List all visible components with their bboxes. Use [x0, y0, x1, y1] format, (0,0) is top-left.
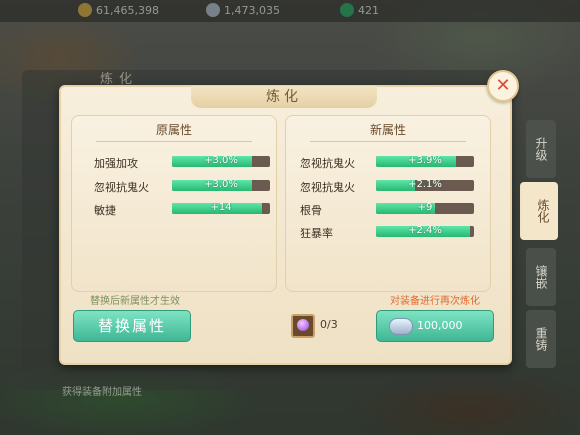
tab-recast[interactable]: 重铸 — [526, 310, 556, 368]
material-quantity: 0/3 — [320, 318, 338, 331]
attribute-bar: +2.4% — [376, 226, 474, 237]
refine-again-hint: 对装备进行再次炼化 — [390, 296, 480, 307]
replace-hint: 替换后新属性才生效 — [90, 296, 180, 307]
attribute-bar: +3.0% — [172, 180, 270, 191]
new-attributes-heading: 新属性 — [369, 123, 406, 137]
attribute-bar: +14 — [172, 203, 270, 214]
close-button[interactable]: ✕ — [487, 70, 519, 102]
refine-cost: 100,000 — [417, 319, 463, 332]
refine-material-slot[interactable] — [291, 314, 315, 338]
attribute-row: 忽视抗鬼火 +3.0% — [72, 178, 276, 196]
attribute-row: 敏捷 +14 — [72, 201, 276, 219]
bottom-tip: 获得装备附加属性 — [62, 387, 142, 398]
tab-inlay[interactable]: 镶嵌 — [526, 248, 556, 306]
attribute-bar: +3.9% — [376, 156, 474, 167]
new-attributes-panel: 新属性 忽视抗鬼火 +3.9% 忽视抗鬼火 +2.1% 根骨 +9 狂暴率 +2… — [285, 115, 491, 292]
divider — [310, 141, 466, 142]
attribute-row: 忽视抗鬼火 +2.1% — [286, 178, 490, 196]
tab-refine[interactable]: 炼化 — [520, 182, 558, 240]
attribute-row: 根骨 +9 — [286, 201, 490, 219]
dialog-title: 炼化 — [266, 89, 302, 105]
attribute-label: 狂暴率 — [300, 227, 333, 240]
refine-again-button[interactable]: 100,000 — [376, 310, 494, 342]
attribute-value: +2.1% — [408, 180, 442, 190]
original-attributes-heading: 原属性 — [155, 123, 192, 137]
attribute-bar: +2.1% — [376, 180, 474, 191]
attribute-row: 狂暴率 +2.4% — [286, 224, 490, 242]
dialog-title-bar: 炼化 — [191, 86, 377, 108]
attribute-value: +14 — [210, 203, 232, 213]
divider — [96, 141, 252, 142]
close-icon: ✕ — [495, 75, 511, 96]
attribute-value: +3.9% — [408, 156, 442, 166]
attribute-row: 加强加攻 +3.0% — [72, 154, 276, 172]
tab-upgrade[interactable]: 升级 — [526, 120, 556, 178]
replace-attributes-button[interactable]: 替换属性 — [73, 310, 191, 342]
attribute-value: +3.0% — [204, 156, 238, 166]
attribute-bar: +9 — [376, 203, 474, 214]
silver-icon — [389, 318, 413, 335]
attribute-row: 忽视抗鬼火 +3.9% — [286, 154, 490, 172]
attribute-value: +3.0% — [204, 180, 238, 190]
original-attributes-panel: 原属性 加强加攻 +3.0% 忽视抗鬼火 +3.0% 敏捷 +14 — [71, 115, 277, 292]
attribute-label: 根骨 — [300, 204, 322, 217]
attribute-value: +9 — [417, 203, 433, 213]
attribute-label: 敏捷 — [94, 204, 116, 217]
attribute-value: +2.4% — [408, 226, 442, 236]
attribute-label: 忽视抗鬼火 — [300, 157, 355, 170]
attribute-label: 忽视抗鬼火 — [300, 181, 355, 194]
attribute-bar: +3.0% — [172, 156, 270, 167]
attribute-label: 加强加攻 — [94, 157, 138, 170]
gem-icon — [297, 319, 309, 331]
attribute-label: 忽视抗鬼火 — [94, 181, 149, 194]
